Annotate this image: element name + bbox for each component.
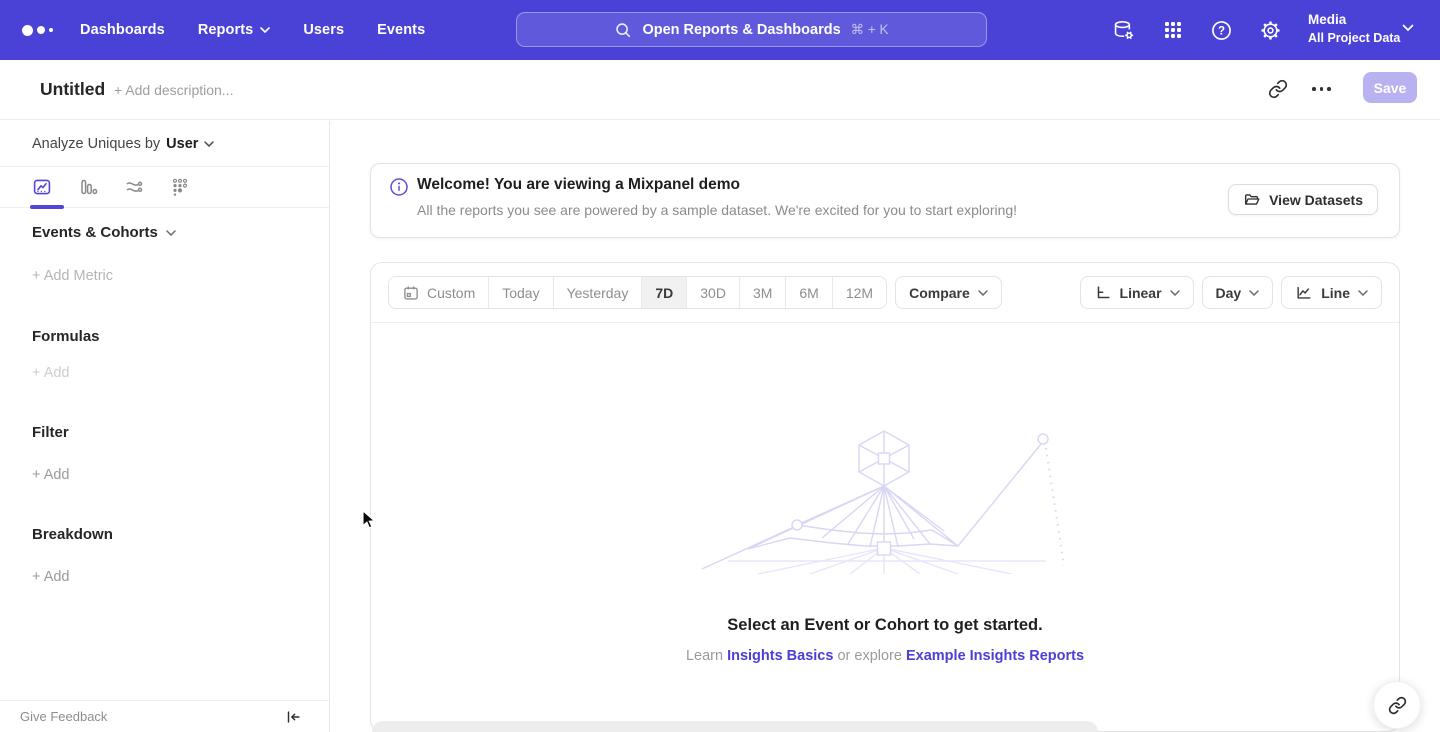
nav-reports[interactable]: Reports [198,22,271,38]
help-icon[interactable]: ? [1210,19,1233,42]
mixpanel-insights-app: Dashboards Reports Users Events Open Rep… [0,0,1440,732]
chart-controls: Custom Today Yesterday 7D 30D 3M 6M 12M … [371,263,1399,323]
copy-link-icon[interactable] [1268,79,1288,99]
selected-tab-indicator [30,205,64,209]
date-range-6m[interactable]: 6M [785,277,831,308]
add-metric: + Add Metric [32,267,113,285]
display-controls: Linear Day Line [1080,276,1382,309]
formulas-add: + Add [32,364,70,382]
formulas-header: Formulas [32,328,100,345]
empty-state-links: Learn Insights Basics or explore Example… [686,648,1084,664]
calendar-icon [402,284,420,302]
empty-state: Select an Event or Cohort to get started… [371,324,1399,664]
date-range-3m[interactable]: 3M [739,277,785,308]
view-datasets-button[interactable]: View Datasets [1228,184,1378,215]
share-link-fab[interactable] [1373,681,1421,729]
empty-state-illustration [700,426,1070,574]
link-icon [1388,696,1407,715]
chevron-down-icon [204,141,214,147]
metric-type-tabs [0,167,329,208]
date-range-yesterday[interactable]: Yesterday [553,277,642,308]
events-cohorts-header[interactable]: Events & Cohorts [32,224,176,241]
flows-tab[interactable] [124,177,144,197]
add-metric-button[interactable]: + Add Metric [32,268,113,284]
report-description-placeholder[interactable]: + Add description... [114,82,233,98]
global-search-input[interactable]: Open Reports & Dashboards ⌘ + K [516,12,987,47]
date-range-custom[interactable]: Custom [389,277,488,308]
line-chart-icon [1295,284,1313,302]
give-feedback-link[interactable]: Give Feedback [20,709,107,724]
query-builder-sidebar: Analyze Uniques by User [0,121,330,732]
date-controls: Custom Today Yesterday 7D 30D 3M 6M 12M … [388,276,1002,309]
search-icon [614,21,632,39]
date-range-7d[interactable]: 7D [641,277,686,308]
insights-tab[interactable] [32,177,52,197]
chevron-down-icon [1358,290,1368,296]
sidebar-footer: Give Feedback [0,700,329,732]
save-button[interactable]: Save [1363,72,1417,103]
date-range-today[interactable]: Today [488,277,552,308]
project-scope: All Project Data [1308,30,1400,47]
insights-basics-link[interactable]: Insights Basics [727,648,833,664]
linear-scale-icon [1094,284,1112,302]
banner-subtitle: All the reports you see are powered by a… [417,202,1017,218]
date-range-12m[interactable]: 12M [832,277,886,308]
analyze-uniques-dropdown[interactable]: User [166,136,214,152]
events-cohorts-section: Events & Cohorts [32,224,176,241]
interval-dropdown[interactable]: Day [1202,276,1274,309]
chevron-down-icon [260,27,270,33]
chevron-down-icon [1249,290,1259,296]
filter-add: + Add [32,466,70,484]
chart-type-dropdown[interactable]: Line [1281,276,1382,309]
breakdown-header: Breakdown [32,526,113,543]
filter-header: Filter [32,424,69,441]
mixpanel-logo-icon[interactable] [22,0,53,60]
apps-grid-icon[interactable] [1161,19,1184,42]
analyze-row: Analyze Uniques by User [0,121,329,167]
project-name: Media [1308,10,1400,30]
settings-gear-icon[interactable] [1259,19,1282,42]
info-icon [389,177,409,197]
search-shortcut: ⌘ + K [851,22,889,38]
filter-section: Filter [32,424,69,441]
add-formula-button[interactable]: + Add [32,365,70,381]
report-title[interactable]: Untitled [40,79,105,100]
formulas-section: Formulas [32,328,100,345]
nav-icon-group: ? [1112,0,1282,60]
date-range-30d[interactable]: 30D [686,277,739,308]
chevron-down-icon [166,230,176,236]
breakdown-add: + Add [32,568,70,586]
add-filter-button[interactable]: + Add [32,467,70,483]
report-canvas: Custom Today Yesterday 7D 30D 3M 6M 12M … [370,262,1400,732]
chevron-down-icon[interactable] [1402,24,1414,32]
bottom-sheet-peek [372,721,1098,732]
nav-users[interactable]: Users [303,22,344,38]
date-range-segmented-control: Custom Today Yesterday 7D 30D 3M 6M 12M [388,276,887,309]
welcome-banner: Welcome! You are viewing a Mixpanel demo… [370,163,1400,238]
project-switcher[interactable]: Media All Project Data [1308,10,1400,47]
report-header: Untitled + Add description... [0,60,1440,120]
chevron-down-icon [978,290,988,296]
analyze-label: Analyze Uniques by [32,136,160,152]
collapse-sidebar-icon[interactable] [284,708,302,726]
top-nav: Dashboards Reports Users Events Open Rep… [0,0,1440,60]
primary-nav: Dashboards Reports Users Events [80,0,425,60]
example-reports-link[interactable]: Example Insights Reports [906,648,1084,664]
chevron-down-icon [1170,290,1180,296]
more-options-icon[interactable] [1312,85,1332,93]
bar-chart-tab[interactable] [78,177,98,197]
scale-dropdown[interactable]: Linear [1080,276,1194,309]
data-management-icon[interactable] [1112,19,1135,42]
folder-icon [1243,191,1261,209]
banner-title: Welcome! You are viewing a Mixpanel demo [417,176,740,194]
nav-events[interactable]: Events [377,22,425,38]
empty-state-title: Select an Event or Cohort to get started… [727,616,1042,635]
retention-tab[interactable] [170,177,190,197]
add-breakdown-button[interactable]: + Add [32,569,70,585]
compare-dropdown[interactable]: Compare [895,276,1002,309]
svg-text:?: ? [1218,25,1225,37]
nav-dashboards[interactable]: Dashboards [80,22,165,38]
search-placeholder: Open Reports & Dashboards [642,22,840,38]
breakdown-section: Breakdown [32,526,113,543]
